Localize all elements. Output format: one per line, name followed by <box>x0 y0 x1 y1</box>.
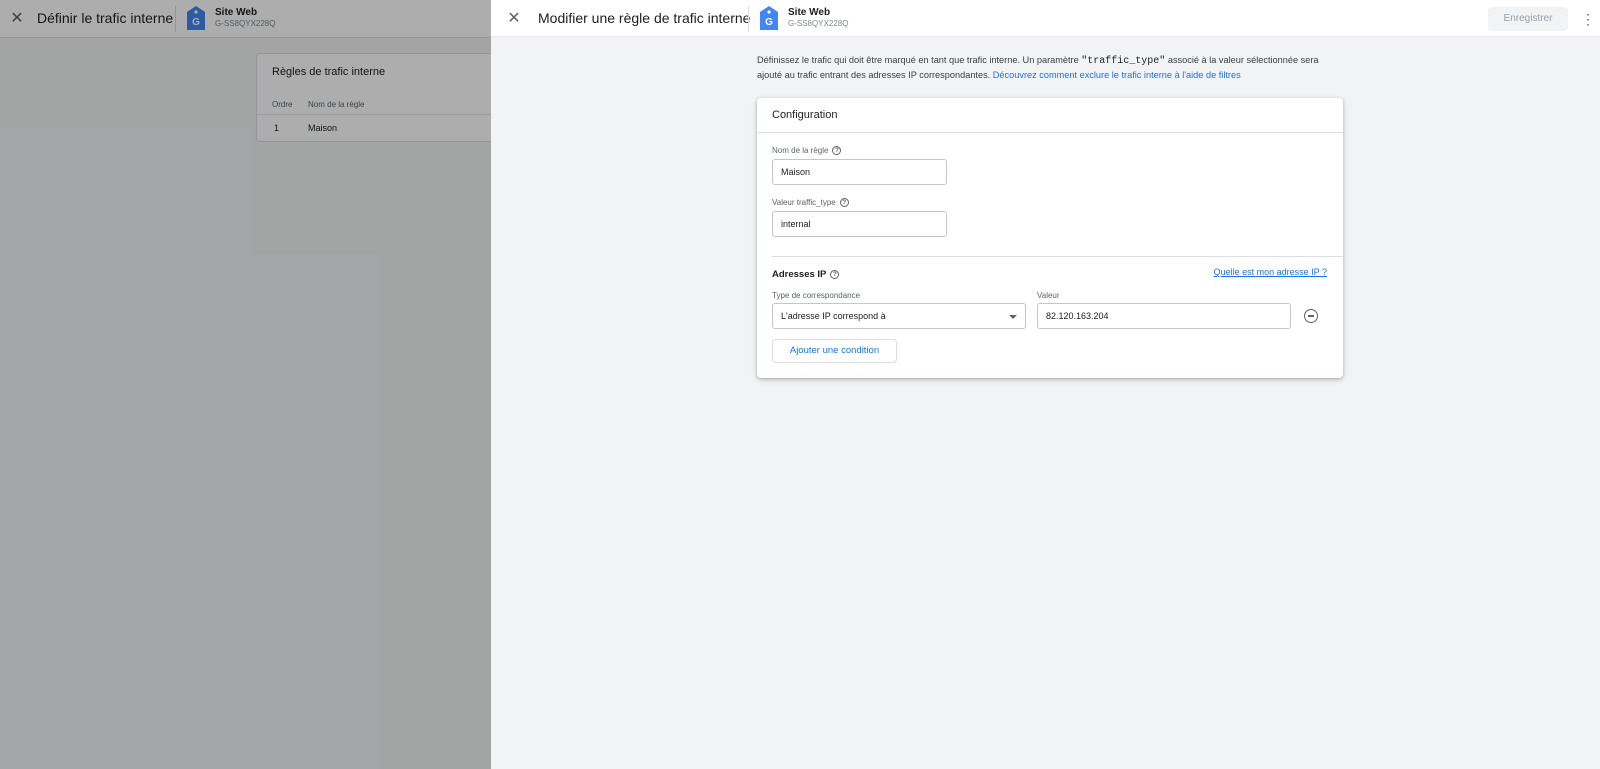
save-button[interactable]: Enregistrer <box>1488 7 1568 31</box>
traffic-type-label-text: Valeur traffic_type <box>772 198 836 207</box>
traffic-type-param: "traffic_type" <box>1081 56 1166 67</box>
property-id: G-SS8QYX228Q <box>788 19 849 28</box>
value-label: Valeur <box>1037 291 1060 300</box>
ip-section-title-text: Adresses IP <box>772 269 827 280</box>
traffic-type-label: Valeur traffic_type? <box>772 198 849 208</box>
ip-value-input[interactable] <box>1037 303 1291 329</box>
property-name: Site Web <box>788 7 831 18</box>
traffic-type-input[interactable] <box>772 211 947 237</box>
rule-name-label: Nom de la règle? <box>772 146 842 156</box>
header-divider <box>748 6 749 32</box>
configuration-card: Configuration Nom de la règle? Valeur tr… <box>757 98 1343 378</box>
remove-circle-icon[interactable] <box>1304 309 1318 323</box>
help-icon[interactable]: ? <box>839 198 849 208</box>
svg-text:G: G <box>765 17 773 28</box>
configuration-title: Configuration <box>772 109 838 121</box>
close-icon[interactable]: ✕ <box>503 8 525 30</box>
edit-rule-drawer: ✕ Modifier une règle de trafic interne G… <box>491 0 1600 769</box>
match-type-value: L'adresse IP correspond à <box>781 311 886 321</box>
drawer-header: ✕ Modifier une règle de trafic interne G… <box>491 0 1600 37</box>
modal-scrim[interactable] <box>0 0 491 769</box>
add-condition-button[interactable]: Ajouter une condition <box>772 339 897 363</box>
tag-icon: G <box>760 6 778 30</box>
help-icon[interactable]: ? <box>830 269 840 279</box>
chevron-down-icon <box>1009 315 1017 319</box>
help-icon[interactable]: ? <box>832 146 842 156</box>
rule-name-label-text: Nom de la règle <box>772 146 829 155</box>
section-divider <box>772 256 1343 257</box>
which-ip-link[interactable]: Quelle est mon adresse IP ? <box>1214 267 1327 277</box>
description-part1: Définissez le trafic qui doit être marqu… <box>757 55 1082 65</box>
match-type-select[interactable]: L'adresse IP correspond à <box>772 303 1026 329</box>
description-text: Définissez le trafic qui doit être marqu… <box>757 54 1327 81</box>
ip-section-title: Adresses IP? <box>772 269 840 280</box>
drawer-title: Modifier une règle de trafic interne <box>538 10 751 26</box>
more-vert-icon[interactable]: ⋮ <box>1581 8 1595 30</box>
learn-more-link[interactable]: Découvrez comment exclure le trafic inte… <box>993 70 1241 80</box>
match-type-label: Type de correspondance <box>772 291 861 300</box>
card-divider <box>757 132 1343 133</box>
rule-name-input[interactable] <box>772 159 947 185</box>
